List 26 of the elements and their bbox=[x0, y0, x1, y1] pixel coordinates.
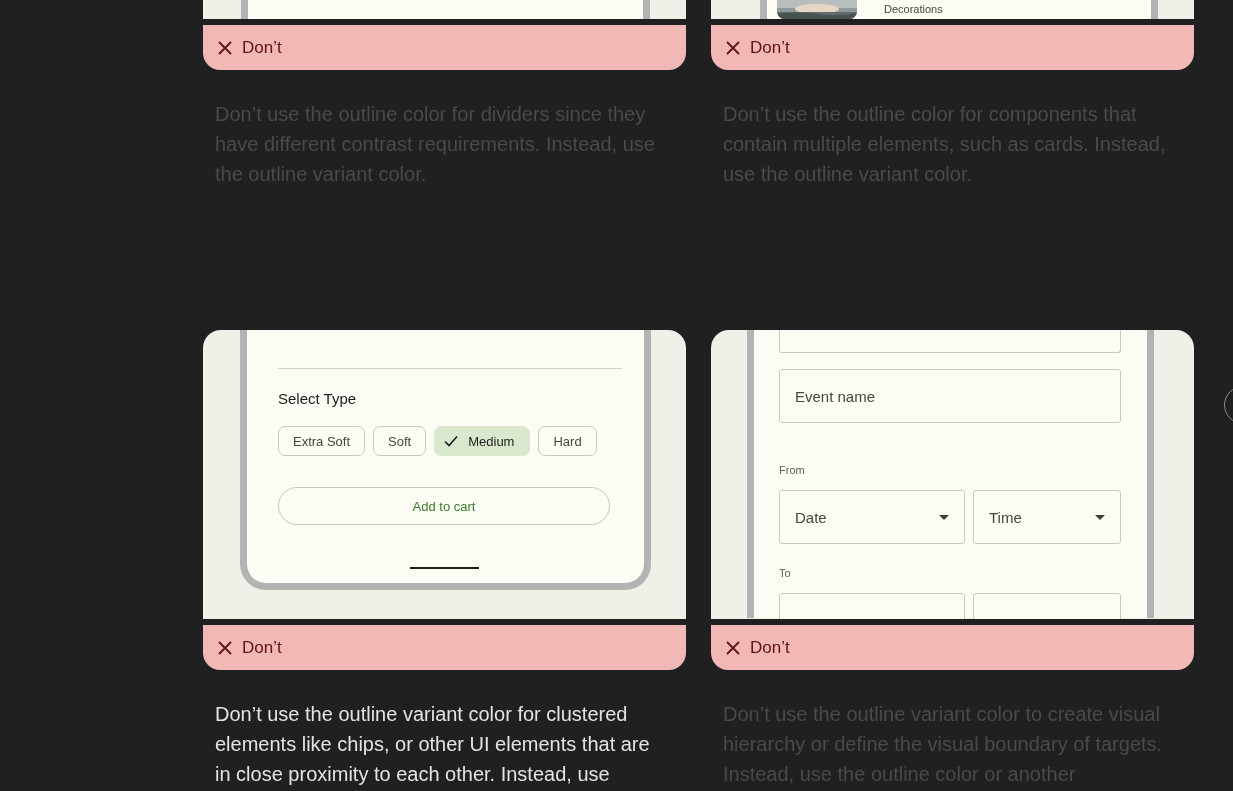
filter-chip[interactable]: Hard bbox=[538, 426, 597, 456]
verdict-label: Don’t bbox=[242, 637, 282, 658]
input-field[interactable] bbox=[779, 330, 1121, 353]
caption-text: Don’t use the outline variant color for clustered elements like chips, or other UI elements that are in close proximity to each other. Instead, use bbox=[214, 702, 651, 787]
add-to-cart-button[interactable]: Add to cart bbox=[278, 487, 610, 525]
close-icon bbox=[725, 39, 741, 56]
close-icon bbox=[217, 39, 233, 56]
close-icon bbox=[217, 639, 233, 656]
dropdown-field[interactable]: Date bbox=[779, 490, 965, 544]
filter-chip[interactable]: Extra Soft bbox=[278, 426, 366, 456]
caret-icon bbox=[939, 514, 949, 520]
verdict-label: Don’t bbox=[242, 37, 282, 58]
verdict-label: Don’t bbox=[750, 637, 790, 658]
filter-chip[interactable]: Medium bbox=[434, 426, 531, 456]
close-icon bbox=[725, 639, 741, 656]
section-heading: Select Type bbox=[278, 390, 358, 407]
input-field[interactable]: Event name bbox=[779, 369, 1121, 423]
filter-chip[interactable]: Soft bbox=[373, 426, 427, 456]
caret-icon bbox=[1095, 514, 1105, 520]
home-indicator bbox=[410, 567, 479, 569]
check-icon bbox=[444, 435, 459, 447]
list-item-title: Decorations bbox=[884, 2, 943, 17]
field-label: To bbox=[779, 566, 792, 580]
field-label: From bbox=[779, 463, 806, 477]
dropdown-field[interactable]: Time bbox=[973, 490, 1121, 544]
verdict-label: Don’t bbox=[750, 37, 790, 58]
